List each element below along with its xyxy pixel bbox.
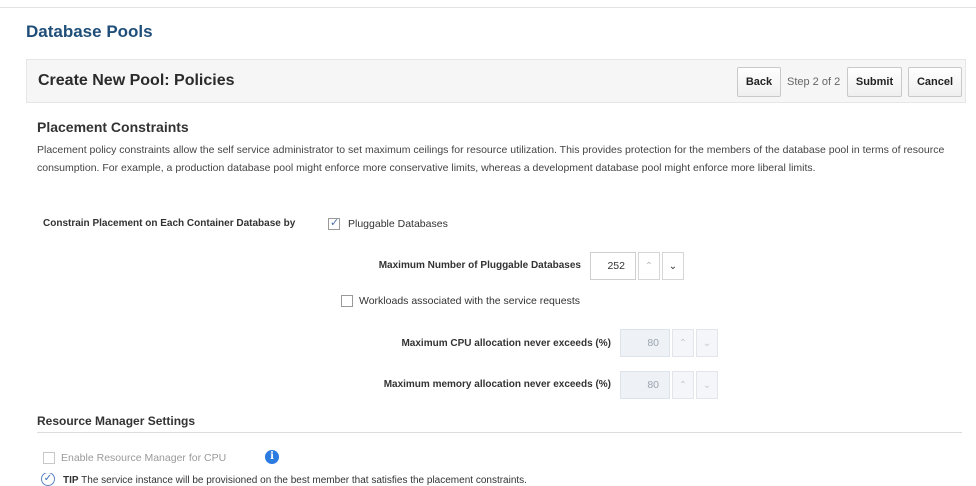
- workloads-checkbox[interactable]: [341, 295, 353, 307]
- submit-button[interactable]: Submit: [847, 67, 902, 97]
- enable-rm-cpu-checkbox[interactable]: [43, 452, 55, 464]
- chevron-down-icon: ⌄: [702, 379, 712, 391]
- tip-label: TIP: [63, 475, 79, 486]
- max-cpu-input[interactable]: 80: [620, 329, 670, 357]
- top-divider: [0, 7, 976, 8]
- max-memory-increment-button[interactable]: ⌃: [672, 371, 694, 399]
- pluggable-databases-checkbox[interactable]: [328, 216, 340, 230]
- chevron-down-icon: ⌄: [702, 337, 712, 349]
- workloads-label: Workloads associated with the service re…: [359, 295, 580, 307]
- info-icon[interactable]: i: [265, 450, 279, 464]
- chevron-up-icon: ⌃: [644, 260, 654, 272]
- chevron-up-icon: ⌃: [678, 379, 688, 391]
- placement-description: Placement policy constraints allow the s…: [37, 144, 945, 174]
- max-cpu-increment-button[interactable]: ⌃: [672, 329, 694, 357]
- step-indicator: Step 2 of 2: [787, 76, 841, 88]
- max-pdb-input[interactable]: 252: [590, 252, 636, 280]
- max-cpu-label: Maximum CPU allocation never exceeds (%): [401, 338, 611, 349]
- placement-constraints-heading: Placement Constraints: [37, 119, 189, 135]
- tip-text: TIP The service instance will be provisi…: [63, 475, 527, 486]
- max-pdb-decrement-button[interactable]: ⌄: [662, 252, 684, 280]
- max-memory-decrement-button[interactable]: ⌄: [696, 371, 718, 399]
- tip-row: ✓ TIP The service instance will be provi…: [41, 473, 741, 486]
- max-memory-label: Maximum memory allocation never exceeds …: [383, 379, 611, 390]
- cancel-button[interactable]: Cancel: [908, 67, 962, 97]
- max-pdb-increment-button[interactable]: ⌃: [638, 252, 660, 280]
- chevron-down-icon: ⌄: [668, 260, 678, 272]
- max-memory-input[interactable]: 80: [620, 371, 670, 399]
- page-title: Database Pools: [26, 22, 153, 41]
- header-bar: Create New Pool: Policies Back Step 2 of…: [26, 59, 966, 103]
- max-pdb-label: Maximum Number of Pluggable Databases: [378, 260, 581, 271]
- chevron-up-icon: ⌃: [678, 337, 688, 349]
- constrain-placement-label: Constrain Placement on Each Container Da…: [43, 218, 296, 229]
- tip-message: The service instance will be provisioned…: [81, 475, 527, 486]
- back-button[interactable]: Back: [737, 67, 781, 97]
- section-divider: [37, 432, 962, 433]
- enable-rm-cpu-label: Enable Resource Manager for CPU: [61, 452, 227, 464]
- check-circle-icon: ✓: [41, 473, 55, 486]
- pluggable-databases-label: Pluggable Databases: [348, 218, 448, 230]
- create-pool-title: Create New Pool: Policies: [38, 72, 235, 89]
- create-pool-panel: Create New Pool: Policies Back Step 2 of…: [26, 59, 966, 486]
- resource-manager-heading: Resource Manager Settings: [37, 414, 196, 428]
- max-cpu-decrement-button[interactable]: ⌄: [696, 329, 718, 357]
